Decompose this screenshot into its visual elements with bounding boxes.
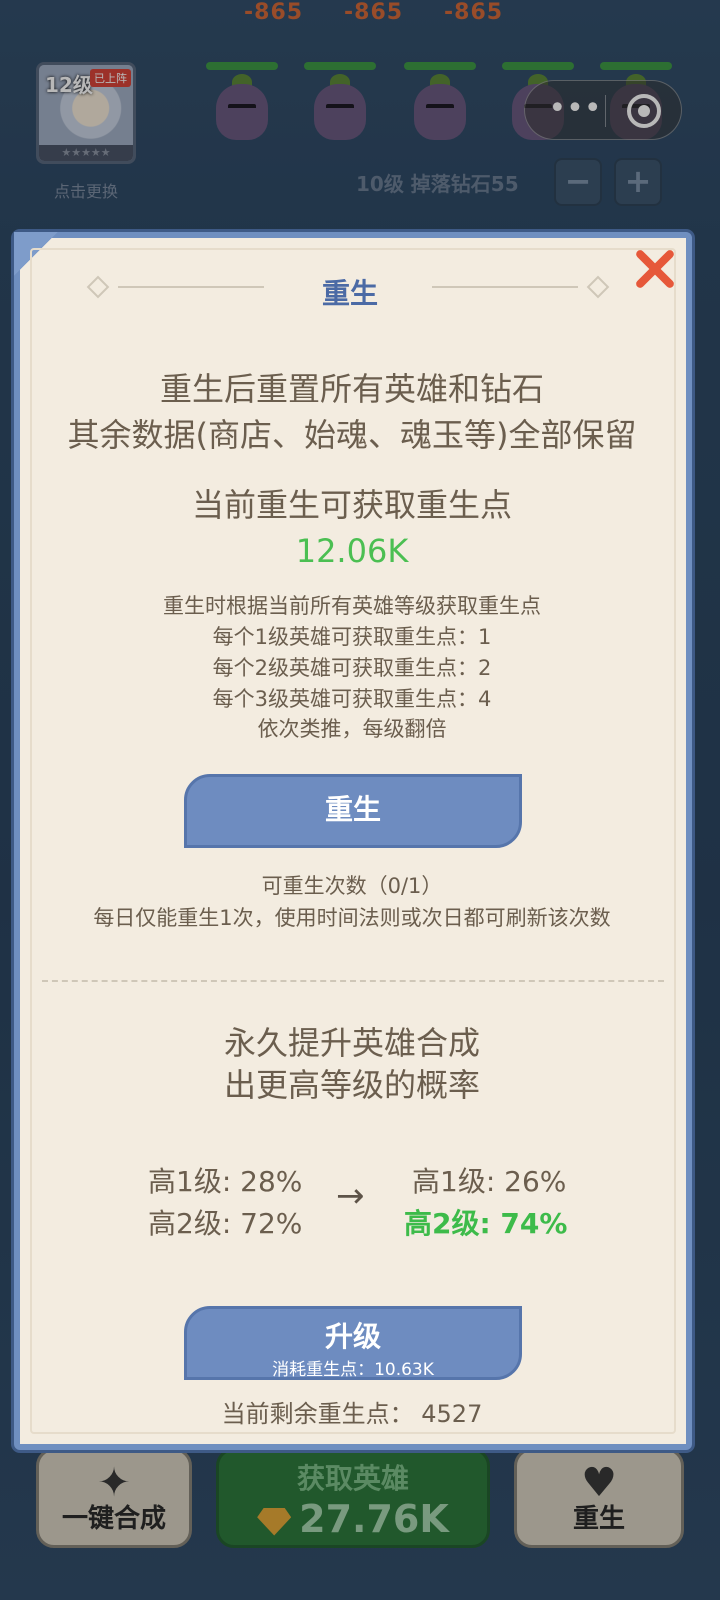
- intro-line-1: 重生后重置所有英雄和钻石: [159, 370, 544, 408]
- title-rule: [432, 286, 578, 288]
- current-prob-1: 高1级: 28%: [148, 1165, 303, 1198]
- rebirth-button[interactable]: 重生: [184, 774, 522, 848]
- points-value: 12.06K: [295, 532, 409, 570]
- intro-line-2: 其余数据(商店、始魂、魂玉等)全部保留: [67, 416, 637, 454]
- upgrade-button[interactable]: 升级 消耗重生点：10.63K: [184, 1306, 522, 1380]
- rebirth-count: 可重生次数（0/1）: [261, 874, 443, 898]
- upgrade-cost: 消耗重生点：10.63K: [272, 1360, 434, 1380]
- rule-line: 每个1级英雄可获取重生点：1: [212, 625, 492, 649]
- upgrade-desc-line-1: 永久提升英雄合成: [223, 1024, 480, 1062]
- rebirth-note: 每日仅能重生1次，使用时间法则或次日都可刷新该次数: [93, 906, 611, 930]
- dialog-title: 重生: [321, 277, 378, 310]
- remaining-points: 当前剩余重生点： 4527: [221, 1400, 483, 1428]
- rebirth-button-label: 重生: [324, 793, 381, 826]
- upgrade-desc-line-2: 出更高等级的概率: [223, 1066, 480, 1104]
- points-label: 当前重生可获取重生点: [191, 486, 512, 524]
- rule-line: 依次类推，每级翻倍: [257, 717, 447, 741]
- close-icon[interactable]: [632, 246, 678, 292]
- rule-line: 重生时根据当前所有英雄等级获取重生点: [163, 594, 541, 618]
- dialog-title-row: 重生: [86, 272, 614, 310]
- dashed-divider: [42, 980, 664, 982]
- rule-line: 每个2级英雄可获取重生点：2: [212, 656, 492, 680]
- next-prob-2: 高2级: 74%: [404, 1207, 568, 1240]
- upgrade-button-label: 升级: [324, 1320, 381, 1353]
- next-prob-1: 高1级: 26%: [412, 1165, 567, 1198]
- rule-line: 每个3级英雄可获取重生点：4: [212, 687, 492, 711]
- arrow-right-icon: →: [336, 1176, 365, 1216]
- current-prob-2: 高2级: 72%: [148, 1207, 303, 1240]
